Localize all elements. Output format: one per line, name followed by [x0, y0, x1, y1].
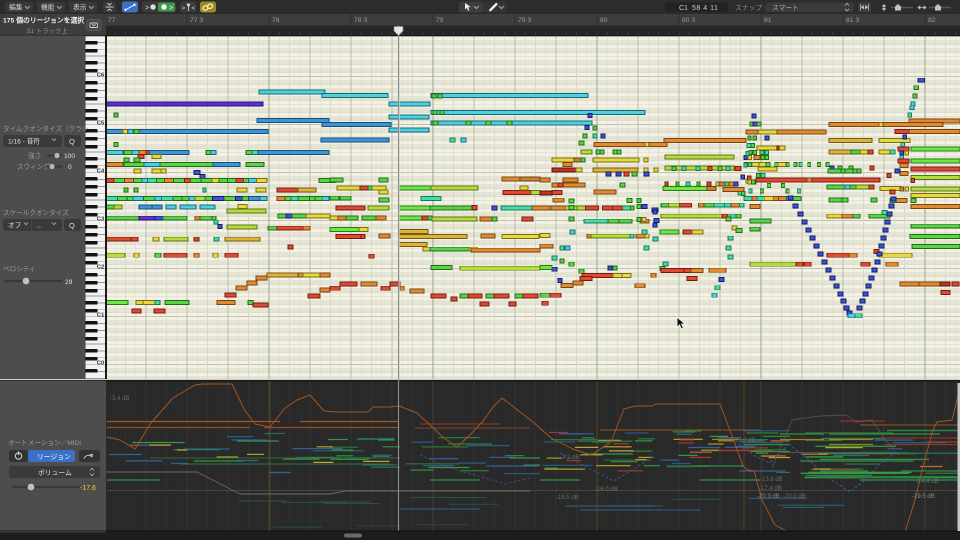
svg-text:81: 81 — [764, 17, 772, 24]
svg-text:79 3: 79 3 — [518, 17, 531, 24]
svg-text:-14.4 dB: -14.4 dB — [916, 479, 939, 485]
svg-text:<: < — [192, 5, 196, 12]
svg-text:C1: C1 — [97, 313, 105, 319]
svg-text:C5: C5 — [97, 121, 105, 127]
svg-text:-3.4 dB: -3.4 dB — [110, 396, 129, 402]
svg-text:C4: C4 — [97, 169, 105, 175]
svg-text:>: > — [145, 5, 149, 12]
svg-text:編集: 編集 — [9, 3, 23, 12]
svg-text:ボリューム: ボリューム — [38, 469, 72, 477]
svg-text:175 個のリージョンを選択: 175 個のリージョンを選択 — [3, 16, 84, 25]
svg-text:100: 100 — [64, 153, 75, 160]
svg-text:-20.3 dB: -20.3 dB — [757, 494, 780, 500]
svg-text:78 3: 78 3 — [354, 17, 367, 24]
svg-text:58 4 11: 58 4 11 — [692, 5, 718, 12]
svg-text:表示: 表示 — [73, 3, 87, 12]
svg-text:-13.6 dB: -13.6 dB — [760, 477, 783, 483]
svg-text:77 3: 77 3 — [190, 17, 203, 24]
svg-text:Q: Q — [69, 221, 75, 230]
svg-text:スケールクオンタイズ: スケールクオンタイズ — [3, 208, 69, 217]
svg-text:0: 0 — [68, 164, 72, 171]
svg-text:-17.6: -17.6 — [80, 485, 96, 492]
svg-text:C1: C1 — [679, 5, 688, 12]
svg-text:機能: 機能 — [41, 3, 55, 12]
svg-text:C0: C0 — [97, 361, 104, 367]
svg-text:>: > — [182, 5, 186, 12]
svg-text:スナップ :: スナップ : — [735, 4, 766, 12]
svg-text:81 3: 81 3 — [846, 17, 859, 24]
svg-text:78: 78 — [272, 17, 280, 24]
svg-text:-20.0 dB: -20.0 dB — [783, 494, 806, 500]
svg-text:-17.4 dB: -17.4 dB — [759, 486, 782, 492]
svg-text:77: 77 — [108, 17, 116, 24]
svg-text:29: 29 — [65, 279, 73, 286]
svg-text:80 3: 80 3 — [682, 17, 695, 24]
svg-text:C6: C6 — [97, 73, 105, 79]
svg-text:スマート: スマート — [772, 4, 799, 12]
svg-text:強さ: 強さ — [28, 152, 41, 160]
svg-text:Q: Q — [69, 137, 75, 146]
svg-text:1/16 - 音符: 1/16 - 音符 — [8, 137, 40, 146]
svg-text:51 トラック上: 51 トラック上 — [27, 26, 68, 35]
svg-text:スウィング: スウィング — [17, 162, 50, 171]
svg-text:C2: C2 — [97, 265, 104, 271]
svg-text:…: … — [36, 223, 43, 230]
svg-text:-9.9 dB: -9.9 dB — [736, 438, 755, 444]
svg-text:C3: C3 — [97, 217, 105, 223]
svg-text:タイムクオンタイズ（クラシ: タイムクオンタイズ（クラシ — [3, 124, 89, 133]
svg-text:-9.2 dB: -9.2 dB — [560, 455, 579, 461]
svg-text:82: 82 — [928, 17, 936, 24]
svg-text:-19.5 dB: -19.5 dB — [912, 494, 935, 500]
svg-text:ベロシティ: ベロシティ — [3, 265, 36, 273]
svg-text:>: > — [169, 5, 173, 12]
svg-text:リージョン: リージョン — [37, 454, 71, 461]
svg-text:80: 80 — [600, 17, 608, 24]
svg-text:オートメーション／MIDI: オートメーション／MIDI — [8, 439, 81, 447]
svg-text:-18.5 dB: -18.5 dB — [556, 495, 579, 501]
svg-text:オフ: オフ — [8, 222, 21, 230]
svg-text:79: 79 — [436, 17, 444, 24]
svg-text:-16.0 dB: -16.0 dB — [595, 487, 618, 493]
